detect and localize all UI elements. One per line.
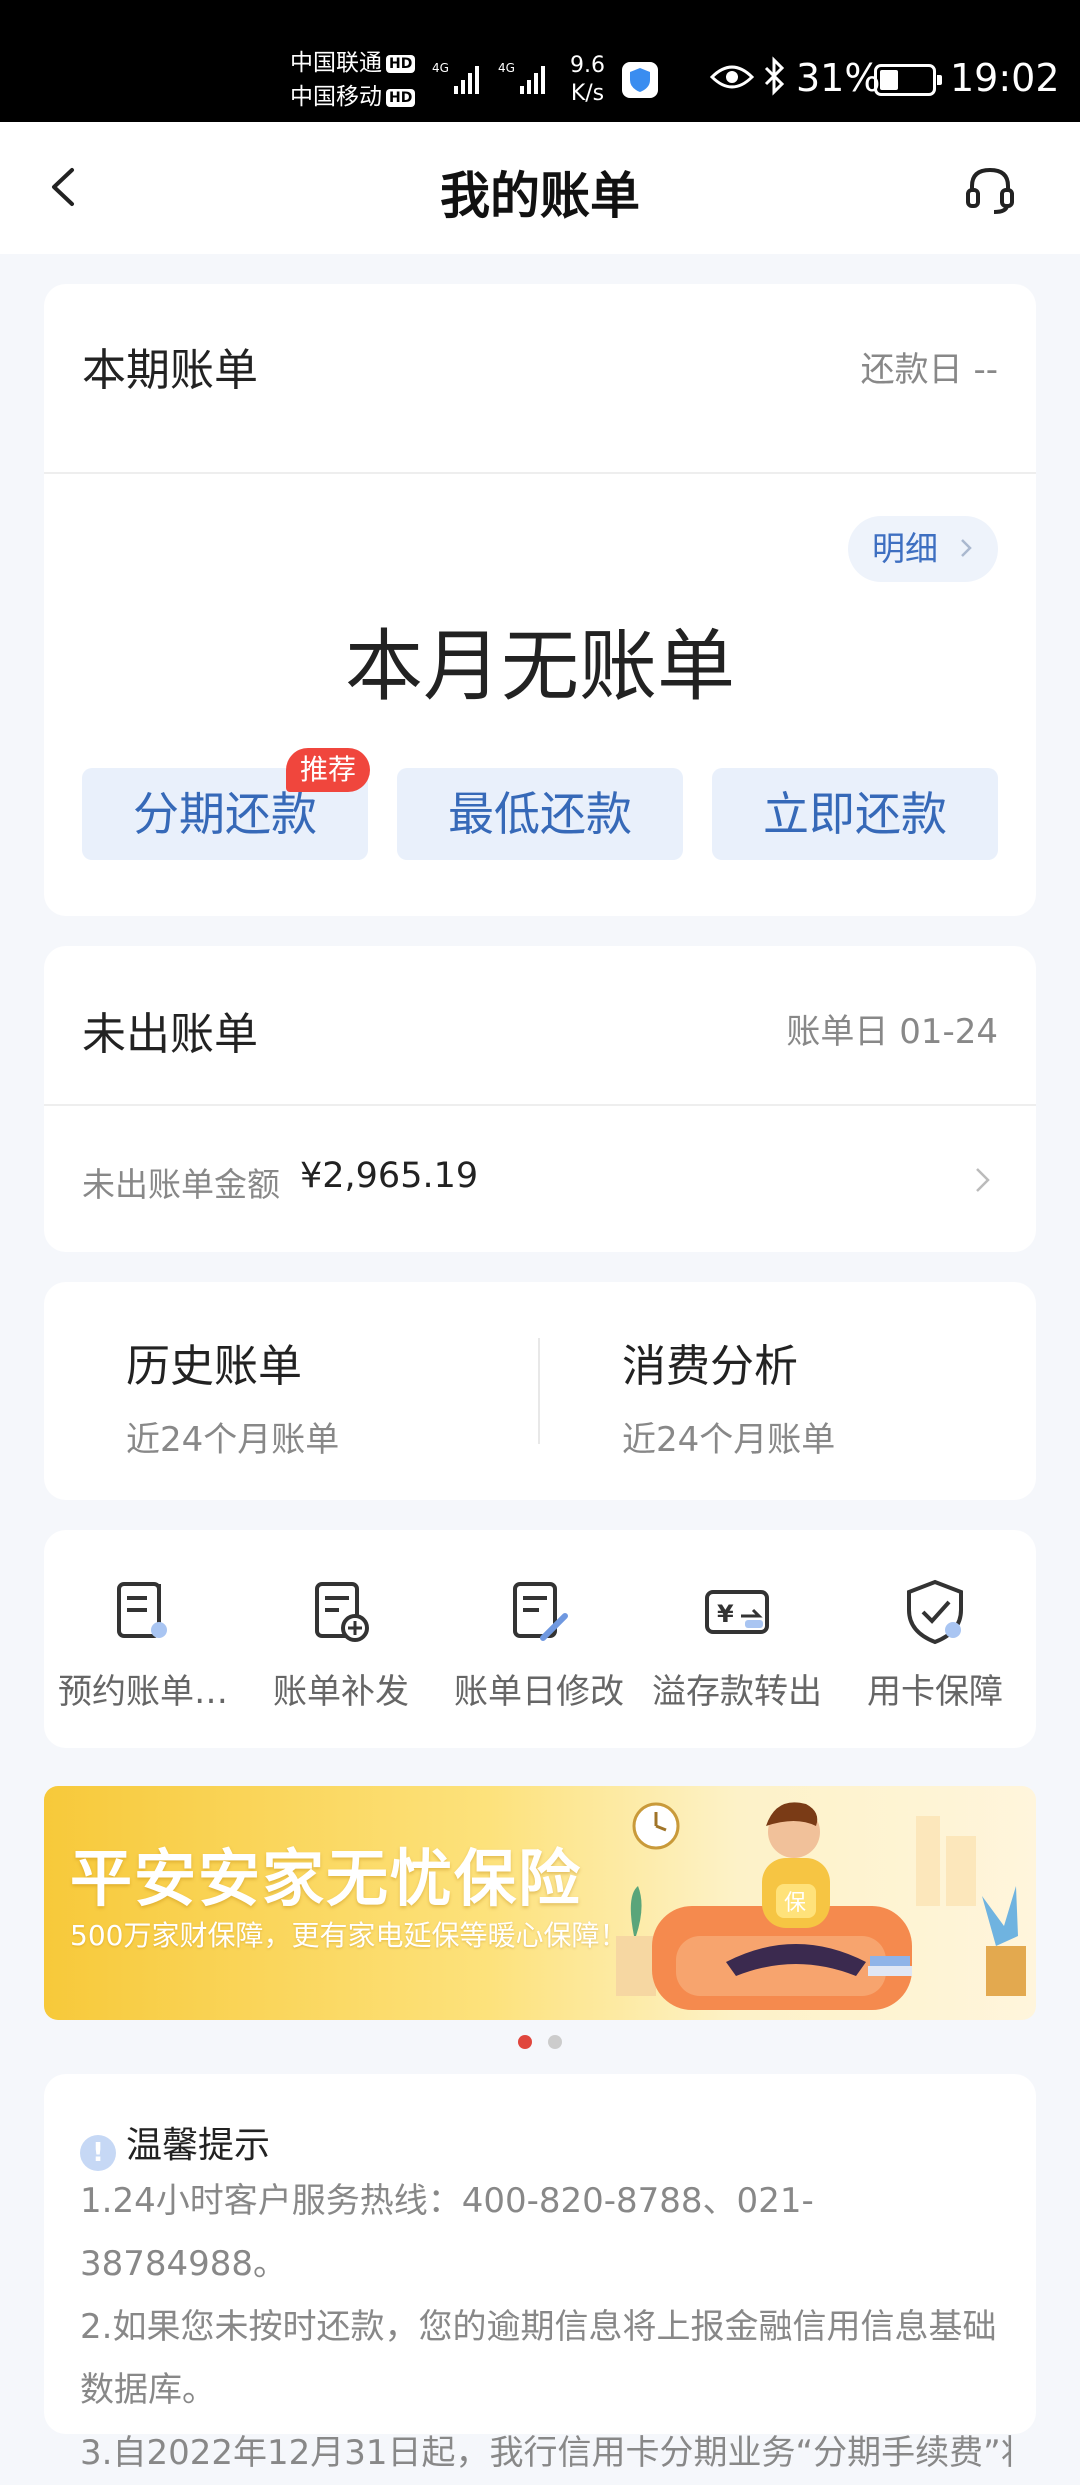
clock: 19:02 bbox=[950, 56, 1060, 100]
network-type-label: 4G bbox=[432, 61, 449, 75]
banner-illustration: 保 bbox=[616, 1802, 1026, 2010]
network-type-label: 4G bbox=[498, 61, 515, 75]
pay-now-button[interactable]: 立即还款 bbox=[712, 768, 998, 860]
spending-analysis-subtitle: 近24个月账单 bbox=[622, 1420, 836, 1460]
bill-date: 账单日 01-24 bbox=[786, 1012, 998, 1052]
no-bill-text: 本月无账单 bbox=[344, 622, 735, 712]
unbilled-amount-label: 未出账单金额 bbox=[82, 1165, 280, 1204]
quick-action-card-protection[interactable]: 用卡保障 bbox=[836, 1576, 1034, 1713]
quick-action-label: 预约账单… bbox=[58, 1672, 228, 1712]
history-bills-subtitle: 近24个月账单 bbox=[126, 1420, 340, 1460]
chevron-right-icon bbox=[961, 539, 972, 557]
insurance-banner[interactable]: 平安安家无忧保险 500万家财保障，更有家电延保等暖心保障！ 保 bbox=[44, 1786, 1036, 2020]
status-bar: 中国联通 HD 中国移动 HD 4G 4G 9.6 K/s 31% 19:02 bbox=[0, 0, 1080, 122]
unbilled-amount: ¥2,965.19 bbox=[300, 1156, 479, 1196]
card-protection-shield-icon bbox=[907, 1579, 963, 1645]
network-speed: 9.6 K/s bbox=[570, 52, 605, 108]
speed-unit: K/s bbox=[570, 81, 605, 106]
spending-analysis-entry[interactable]: 消费分析 近24个月账单 bbox=[622, 1330, 835, 1461]
history-bills-entry[interactable]: 历史账单 近24个月账单 bbox=[126, 1330, 339, 1461]
speed-value: 9.6 bbox=[570, 53, 605, 78]
nav-bar: 我的账单 bbox=[0, 122, 1080, 254]
quick-action-label: 账单补发 bbox=[273, 1672, 409, 1712]
signal-icon: 4G bbox=[498, 61, 545, 94]
bluetooth-icon bbox=[764, 56, 785, 96]
quick-action-label: 账单日修改 bbox=[454, 1672, 624, 1712]
tips-card: ! 温馨提示 1.24小时客户服务热线：400-820-8788、021-3878… bbox=[44, 2074, 1036, 2473]
quick-actions-card: 预约账单… 账单补发 账单日修改 ¥ 溢存款转出 用卡保障 bbox=[44, 1530, 1036, 1748]
carousel-dot-active[interactable] bbox=[518, 2035, 532, 2049]
history-card: 历史账单 近24个月账单 消费分析 近24个月账单 bbox=[44, 1282, 1036, 1500]
detail-label: 明细 bbox=[872, 529, 938, 568]
tip-line: 3.自2022年12月31日起，我行信用卡分期业务“分期手续费”将 bbox=[80, 2433, 1012, 2473]
edit-bill-date-icon bbox=[513, 1582, 568, 1641]
carrier1-label: 中国联通 bbox=[290, 50, 382, 76]
security-shield-icon bbox=[622, 62, 658, 98]
banner-subtitle: 500万家财保障，更有家电延保等暖心保障！ bbox=[70, 1919, 628, 1952]
quick-action-label: 用卡保障 bbox=[867, 1672, 1003, 1712]
detail-button[interactable]: 明细 bbox=[848, 516, 998, 582]
quick-action-bill-resend[interactable]: 账单补发 bbox=[242, 1576, 440, 1713]
banner-badge-char: 保 bbox=[784, 1891, 806, 1916]
scheduled-bill-icon bbox=[117, 1582, 167, 1638]
battery-icon bbox=[874, 64, 942, 96]
tips-title: 温馨提示 bbox=[126, 2125, 271, 2166]
divider bbox=[44, 472, 1036, 474]
signal-icon: 4G bbox=[432, 61, 479, 94]
spending-analysis-title: 消费分析 bbox=[622, 1341, 798, 1392]
overpayment-transfer-icon: ¥ bbox=[705, 1590, 769, 1634]
quick-action-label: 溢存款转出 bbox=[652, 1672, 822, 1712]
tips-header: ! 温馨提示 bbox=[80, 2116, 270, 2171]
eye-icon bbox=[710, 65, 754, 89]
divider bbox=[44, 1104, 1036, 1106]
current-bill-title: 本期账单 bbox=[82, 345, 258, 396]
quick-action-edit-bill-date[interactable]: 账单日修改 bbox=[440, 1576, 638, 1713]
info-icon: ! bbox=[80, 2135, 116, 2171]
unbilled-card: 未出账单 账单日 01-24 未出账单金额 ¥2,965.19 bbox=[44, 946, 1036, 1252]
battery-percent: 31% bbox=[796, 56, 881, 100]
carousel-indicator bbox=[0, 2034, 1080, 2053]
page-title: 我的账单 bbox=[440, 167, 640, 225]
current-bill-card: 本期账单 还款日 -- 明细 本月无账单 分期还款 推荐 最低还款 立即还款 bbox=[44, 284, 1036, 916]
bill-resend-icon bbox=[315, 1582, 369, 1642]
tips-body: 1.24小时客户服务热线：400-820-8788、021-38784988。 … bbox=[80, 2170, 1012, 2485]
history-bills-title: 历史账单 bbox=[126, 1341, 302, 1392]
tip-line: 1.24小时客户服务热线：400-820-8788、021-38784988。 bbox=[80, 2181, 814, 2284]
minimum-repay-button[interactable]: 最低还款 bbox=[397, 768, 683, 860]
unbilled-title: 未出账单 bbox=[82, 1009, 258, 1060]
hd-badge: HD bbox=[386, 88, 416, 107]
due-date: 还款日 -- bbox=[860, 350, 998, 390]
chevron-right-icon bbox=[976, 1168, 990, 1192]
carousel-dot[interactable] bbox=[548, 2035, 562, 2049]
quick-action-overpayment-transfer[interactable]: ¥ 溢存款转出 bbox=[638, 1576, 836, 1713]
divider bbox=[538, 1338, 540, 1444]
svg-text:¥: ¥ bbox=[717, 1600, 734, 1628]
recommend-badge: 推荐 bbox=[286, 748, 371, 792]
quick-action-scheduled-bill[interactable]: 预约账单… bbox=[44, 1576, 242, 1713]
banner-title: 平安安家无忧保险 bbox=[70, 1842, 583, 1915]
carrier2-label: 中国移动 bbox=[290, 84, 382, 110]
headset-icon[interactable] bbox=[962, 162, 1018, 218]
carrier-info: 中国联通 HD 中国移动 HD bbox=[290, 46, 416, 114]
hd-badge: HD bbox=[386, 54, 416, 73]
tip-line: 2.如果您未按时还款，您的逾期信息将上报金融信用信息基础数据库。 bbox=[80, 2307, 997, 2410]
